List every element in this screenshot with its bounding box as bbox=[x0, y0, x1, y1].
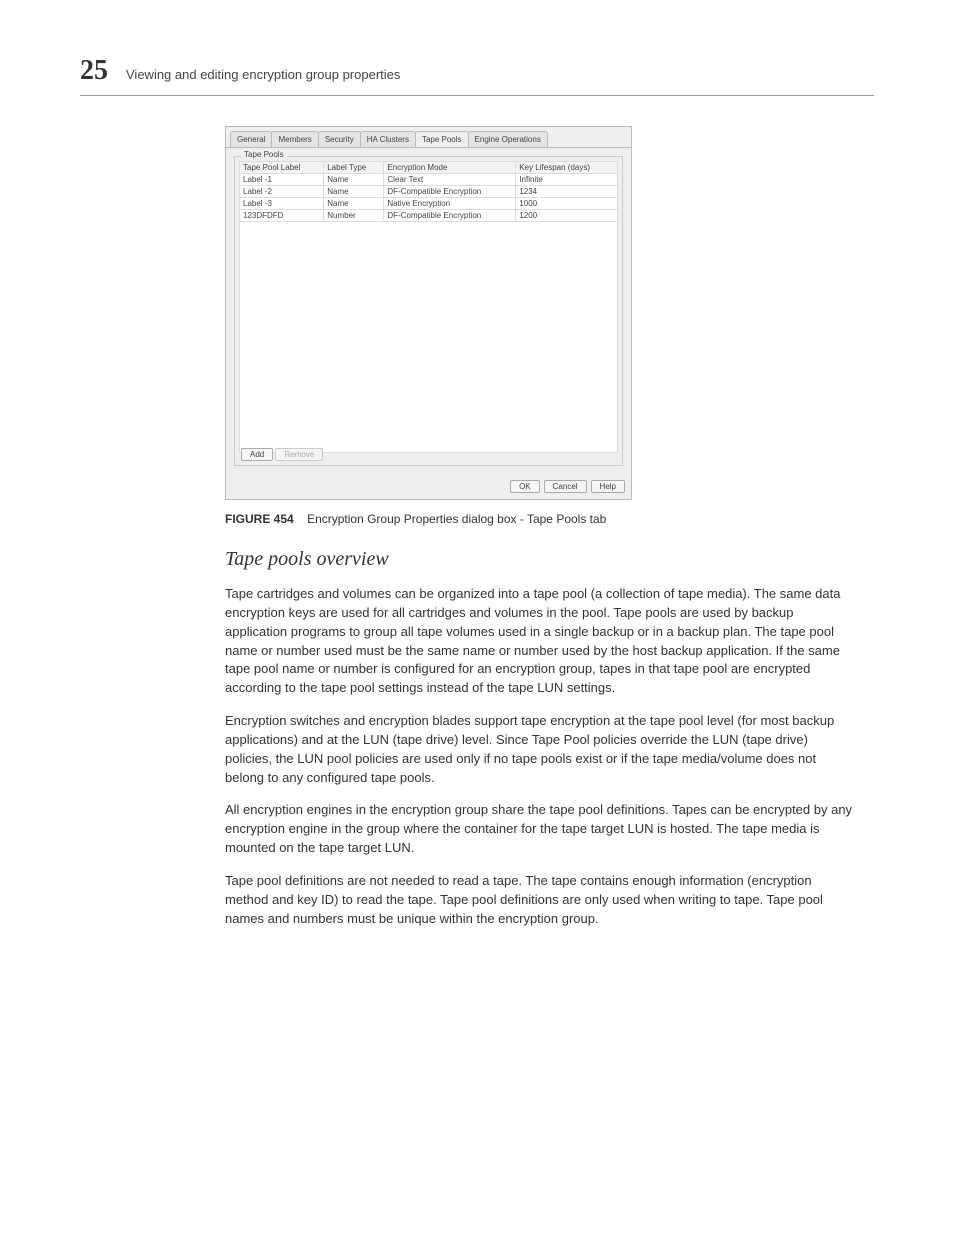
col-encryption-mode[interactable]: Encryption Mode bbox=[384, 162, 516, 174]
overview-section: Tape pools overview Tape cartridges and … bbox=[225, 548, 854, 929]
cell: Name bbox=[324, 186, 384, 198]
table-row[interactable]: Label -1 Name Clear Text Infinite bbox=[240, 174, 618, 186]
figure-label: FIGURE 454 bbox=[225, 512, 294, 526]
cell: Clear Text bbox=[384, 174, 516, 186]
overview-paragraph: Tape pool definitions are not needed to … bbox=[225, 872, 854, 929]
help-button[interactable]: Help bbox=[591, 480, 625, 493]
cell: Label -1 bbox=[240, 174, 324, 186]
add-button[interactable]: Add bbox=[241, 448, 273, 461]
group-button-row: Add Remove bbox=[241, 450, 323, 459]
cell: 1234 bbox=[516, 186, 618, 198]
tab-members[interactable]: Members bbox=[271, 131, 318, 147]
col-tape-pool-label[interactable]: Tape Pool Label bbox=[240, 162, 324, 174]
table-empty-area bbox=[239, 222, 618, 453]
figure-caption: FIGURE 454 Encryption Group Properties d… bbox=[225, 512, 874, 526]
tab-tape-pools[interactable]: Tape Pools bbox=[415, 131, 469, 147]
cell: Name bbox=[324, 174, 384, 186]
table-row[interactable]: Label -3 Name Native Encryption 1000 bbox=[240, 198, 618, 210]
page-header: 25 Viewing and editing encryption group … bbox=[80, 55, 874, 96]
cell: 1200 bbox=[516, 210, 618, 222]
tab-engine-operations[interactable]: Engine Operations bbox=[468, 131, 548, 147]
remove-button: Remove bbox=[275, 448, 323, 461]
ok-button[interactable]: OK bbox=[510, 480, 540, 493]
cell: 1000 bbox=[516, 198, 618, 210]
cell: Label -3 bbox=[240, 198, 324, 210]
overview-paragraph: All encryption engines in the encryption… bbox=[225, 801, 854, 858]
figure-text: Encryption Group Properties dialog box -… bbox=[307, 512, 606, 526]
group-label: Tape Pools bbox=[241, 150, 287, 159]
figure-wrap: General Members Security HA Clusters Tap… bbox=[225, 126, 794, 500]
col-key-lifespan[interactable]: Key Lifespan (days) bbox=[516, 162, 618, 174]
dialog-button-row: OK Cancel Help bbox=[226, 474, 631, 499]
overview-heading: Tape pools overview bbox=[225, 548, 854, 571]
encryption-group-dialog: General Members Security HA Clusters Tap… bbox=[225, 126, 632, 500]
cell: Native Encryption bbox=[384, 198, 516, 210]
overview-paragraph: Encryption switches and encryption blade… bbox=[225, 712, 854, 787]
cell: Name bbox=[324, 198, 384, 210]
table-row[interactable]: 123DFDFD Number DF-Compatible Encryption… bbox=[240, 210, 618, 222]
cell: DF-Compatible Encryption bbox=[384, 186, 516, 198]
dialog-tabs: General Members Security HA Clusters Tap… bbox=[226, 127, 631, 148]
table-row[interactable]: Label -2 Name DF-Compatible Encryption 1… bbox=[240, 186, 618, 198]
col-label-type[interactable]: Label Type bbox=[324, 162, 384, 174]
tab-general[interactable]: General bbox=[230, 131, 272, 147]
cell: Label -2 bbox=[240, 186, 324, 198]
chapter-number: 25 bbox=[80, 55, 108, 87]
tape-pools-group: Tape Pools Tape Pool Label Label Type En… bbox=[234, 156, 623, 466]
cell: Number bbox=[324, 210, 384, 222]
cell: DF-Compatible Encryption bbox=[384, 210, 516, 222]
cancel-button[interactable]: Cancel bbox=[544, 480, 587, 493]
tab-security[interactable]: Security bbox=[318, 131, 361, 147]
table-header-row: Tape Pool Label Label Type Encryption Mo… bbox=[240, 162, 618, 174]
cell: Infinite bbox=[516, 174, 618, 186]
overview-paragraph: Tape cartridges and volumes can be organ… bbox=[225, 585, 854, 698]
tape-pools-table: Tape Pool Label Label Type Encryption Mo… bbox=[239, 161, 618, 222]
tab-ha-clusters[interactable]: HA Clusters bbox=[360, 131, 416, 147]
cell: 123DFDFD bbox=[240, 210, 324, 222]
section-title: Viewing and editing encryption group pro… bbox=[126, 67, 400, 82]
